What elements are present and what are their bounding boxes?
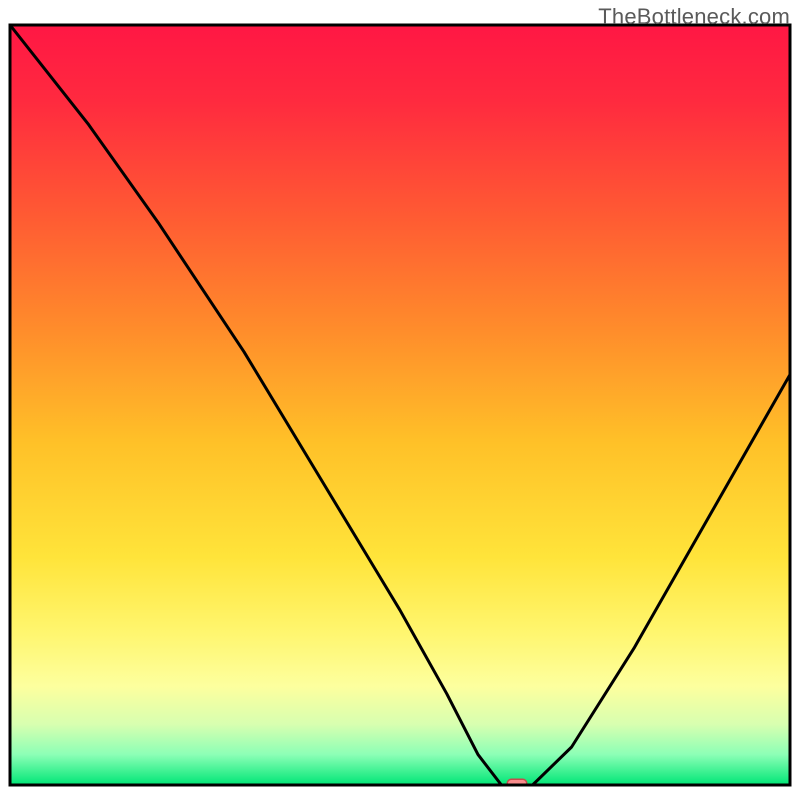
chart-svg xyxy=(0,0,800,800)
gradient-background xyxy=(10,25,790,785)
watermark-text: TheBottleneck.com xyxy=(598,4,790,30)
bottleneck-chart: TheBottleneck.com xyxy=(0,0,800,800)
